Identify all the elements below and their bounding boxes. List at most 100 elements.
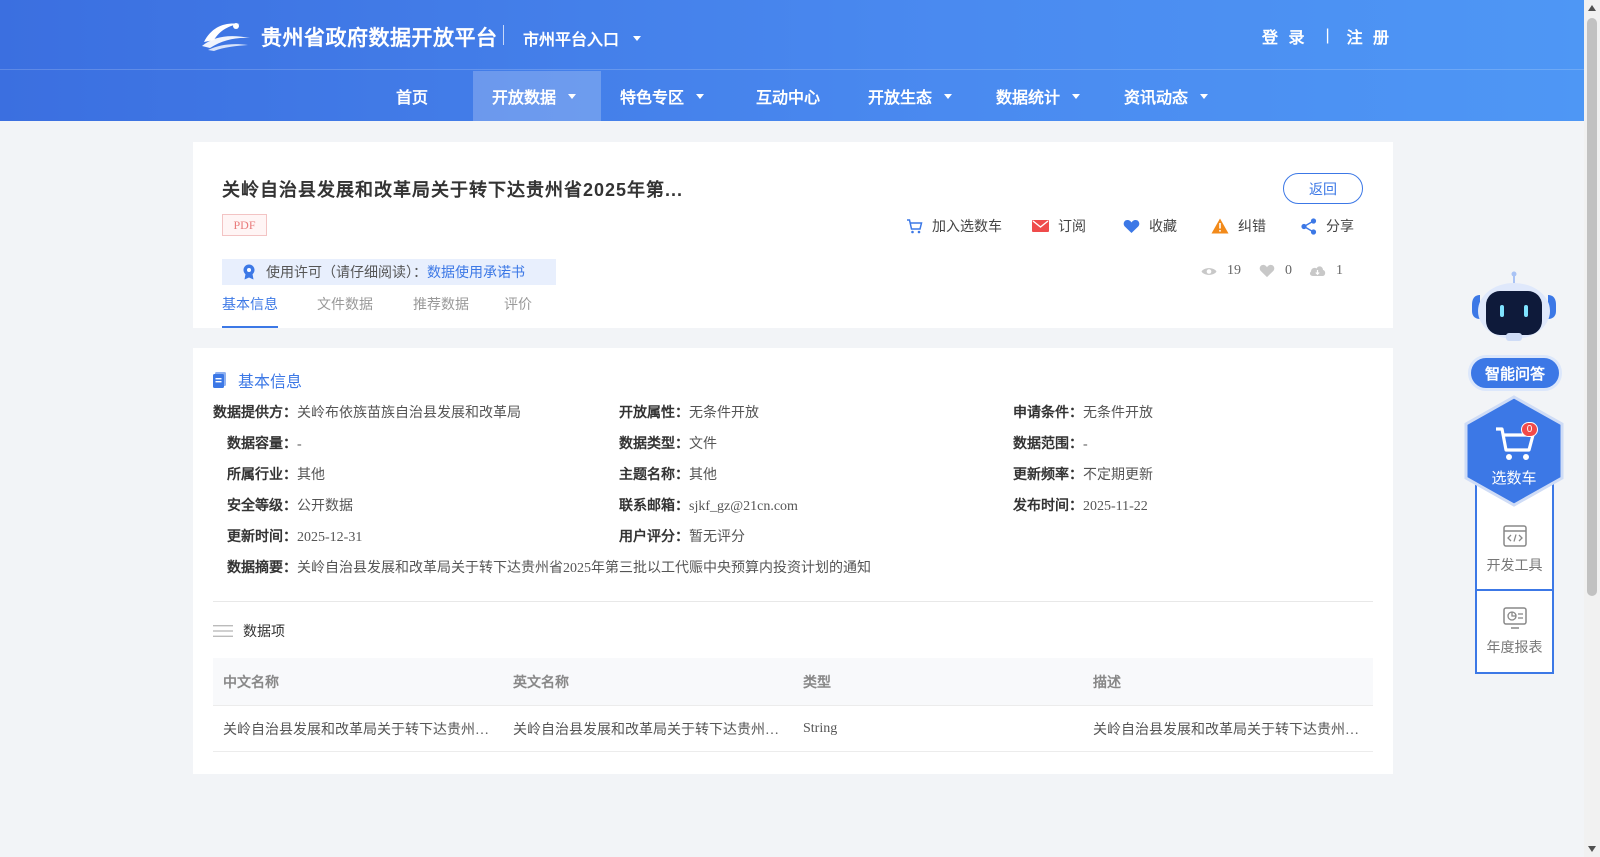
like-count-value: 0 xyxy=(1285,263,1292,278)
tab-recommended[interactable]: 推荐数据 xyxy=(413,294,469,328)
basic-info-title: 基本信息 xyxy=(238,374,303,391)
site-title: 贵州省政府数据开放平台 xyxy=(261,27,498,50)
nav-item-interaction[interactable]: 互动中心 xyxy=(756,71,820,121)
register-link[interactable]: 注 册 xyxy=(1347,24,1392,48)
nav-item-open-data[interactable]: 开放数据 xyxy=(473,71,601,121)
ai-qa-button[interactable]: 智能问答 xyxy=(1468,355,1562,391)
data-items-table: 中文名称 英文名称 类型 描述 关岭自治县发展和改革局关于转下达贵州省2025年… xyxy=(213,658,1373,752)
document-icon xyxy=(213,372,226,388)
field-label: 主题名称： xyxy=(619,466,689,482)
field-label: 数据容量： xyxy=(227,435,297,451)
nav-item-ecosystem[interactable]: 开放生态 xyxy=(868,71,953,121)
nav-item-news[interactable]: 资讯动态 xyxy=(1124,71,1209,121)
favorite-button[interactable]: 收藏 xyxy=(1123,216,1177,236)
cloud-download-icon xyxy=(1309,266,1326,276)
field-update-time: 更新时间：2025-12-31 xyxy=(227,526,362,546)
top-bar: 贵州省政府数据开放平台 市州平台入口 登 录 | 注 册 xyxy=(0,0,1584,70)
field-value: 其他 xyxy=(297,468,325,483)
field-topic: 主题名称：其他 xyxy=(619,464,717,484)
dataset-header-card: 关岭自治县发展和改革局关于转下达贵州省2025年第... 返回 PDF 加入选数… xyxy=(193,142,1393,328)
chevron-down-icon xyxy=(568,93,577,99)
field-data-range: 数据范围：- xyxy=(1013,433,1088,453)
tab-basic-info[interactable]: 基本信息 xyxy=(222,294,278,328)
section-divider xyxy=(213,601,1373,602)
back-button[interactable]: 返回 xyxy=(1283,173,1363,204)
action-label: 订阅 xyxy=(1058,218,1086,234)
data-items-heading: 数据项 xyxy=(213,621,285,641)
warning-icon xyxy=(1211,218,1229,234)
chevron-down-icon xyxy=(696,93,705,99)
tab-rating[interactable]: 评价 xyxy=(504,294,532,328)
mail-icon xyxy=(1032,220,1049,232)
login-link[interactable]: 登 录 xyxy=(1262,24,1307,48)
site-header: 贵州省政府数据开放平台 市州平台入口 登 录 | 注 册 首页 开放数据 特色专… xyxy=(0,0,1584,121)
field-value: 2025-11-22 xyxy=(1083,499,1148,514)
report-error-button[interactable]: 纠错 xyxy=(1211,216,1266,236)
field-label: 数据类型： xyxy=(619,435,689,451)
chevron-down-icon xyxy=(944,93,953,99)
basic-info-card: 基本信息 数据提供方：关岭布依族苗族自治县发展和改革局 开放属性：无条件开放 申… xyxy=(193,348,1393,774)
table-cell: 关岭自治县发展和改革局关于转下达贵州省2025年第三批以工代赈中央预算内投资计划… xyxy=(213,706,503,751)
like-count: 0 xyxy=(1259,263,1292,279)
table-cell: 关岭自治县发展和改革局关于转下达贵州省2025年第三批以工代赈中央预算内投资计划… xyxy=(1083,706,1373,751)
platform-logo-icon[interactable] xyxy=(200,16,252,52)
field-industry: 所属行业：其他 xyxy=(227,464,325,484)
field-email: 联系邮箱：sjkf_gz@21cn.com xyxy=(619,495,798,515)
side-divider xyxy=(1477,589,1552,591)
page-scrollbar[interactable] xyxy=(1584,0,1600,857)
field-value: 公开数据 xyxy=(297,499,353,514)
subscribe-button[interactable]: 订阅 xyxy=(1032,216,1086,236)
table-cell: String xyxy=(793,706,1083,751)
field-label: 数据提供方： xyxy=(213,404,297,420)
nav-label: 首页 xyxy=(396,90,429,107)
annual-report-button[interactable]: 年度报表 xyxy=(1477,592,1552,672)
view-count-value: 19 xyxy=(1227,263,1241,278)
scroll-thumb[interactable] xyxy=(1587,18,1597,596)
field-value: - xyxy=(297,437,302,452)
field-value: 关岭自治县发展和改革局关于转下达贵州省2025年第三批以工代赈中央预算内投资计划… xyxy=(297,561,871,576)
ai-robot-icon[interactable] xyxy=(1466,271,1562,347)
cart-button[interactable] xyxy=(1463,395,1565,507)
chevron-down-icon xyxy=(1072,93,1081,99)
report-chart-icon xyxy=(1502,607,1527,629)
field-capacity: 数据容量：- xyxy=(227,433,302,453)
dev-tools-button[interactable]: 开发工具 xyxy=(1477,510,1552,590)
basic-info-heading: 基本信息 xyxy=(213,368,302,392)
nav-item-statistics[interactable]: 数据统计 xyxy=(996,71,1081,121)
cell-text: 关岭自治县发展和改革局关于转下达贵州省2025年第三批以工代赈中央预算内投资计划… xyxy=(1093,722,1363,738)
header-text: 描述 xyxy=(1093,673,1121,690)
heart-icon xyxy=(1259,264,1275,278)
city-platform-dropdown[interactable]: 市州平台入口 xyxy=(523,26,642,50)
nav-item-home[interactable]: 首页 xyxy=(396,71,428,121)
field-label: 申请条件： xyxy=(1013,404,1083,420)
field-label: 数据摘要： xyxy=(227,559,297,575)
table-header-row: 中文名称 英文名称 类型 描述 xyxy=(213,658,1373,705)
tab-file-data[interactable]: 文件数据 xyxy=(317,294,373,328)
chevron-down-icon xyxy=(1200,93,1209,99)
scroll-down-icon[interactable] xyxy=(1588,846,1596,852)
field-summary: 数据摘要：关岭自治县发展和改革局关于转下达贵州省2025年第三批以工代赈中央预算… xyxy=(227,557,871,577)
nav-label: 特色专区 xyxy=(620,90,685,107)
header-text: 英文名称 xyxy=(513,673,569,690)
field-data-type: 数据类型：文件 xyxy=(619,433,717,453)
share-button[interactable]: 分享 xyxy=(1301,216,1354,236)
add-to-cart-button[interactable]: 加入选数车 xyxy=(906,216,1002,236)
nav-item-featured[interactable]: 特色专区 xyxy=(620,71,705,121)
field-apply-condition: 申请条件：无条件开放 xyxy=(1013,402,1153,422)
scroll-up-icon[interactable] xyxy=(1588,5,1596,11)
auth-links: 登 录 | 注 册 xyxy=(1262,24,1392,48)
city-platform-label: 市州平台入口 xyxy=(523,32,620,49)
main-nav: 首页 开放数据 特色专区 互动中心 开放生态 数据统计 资讯动态 xyxy=(0,71,1584,121)
download-count: 1 xyxy=(1309,263,1343,279)
cart-icon xyxy=(907,218,923,233)
field-value: 关岭布依族苗族自治县发展和改革局 xyxy=(297,406,521,421)
field-value: 2025-12-31 xyxy=(297,530,363,545)
view-count: 19 xyxy=(1201,263,1241,279)
download-count-value: 1 xyxy=(1336,263,1343,278)
title-divider xyxy=(503,25,504,45)
annual-report-label: 年度报表 xyxy=(1486,639,1543,655)
header-text: 类型 xyxy=(803,673,831,690)
cart-label: 选数车 xyxy=(1491,470,1537,487)
list-icon xyxy=(213,625,233,637)
action-label: 收藏 xyxy=(1149,218,1177,234)
